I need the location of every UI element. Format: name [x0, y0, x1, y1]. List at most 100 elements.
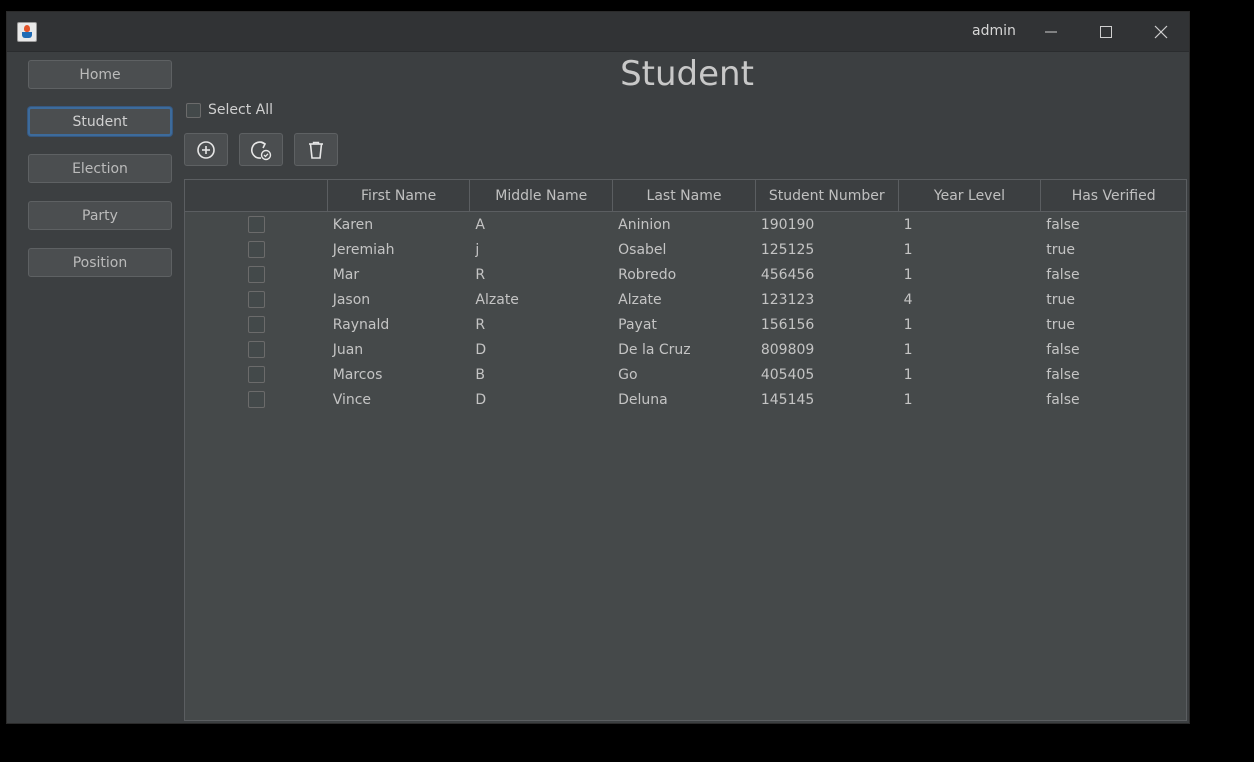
first-name-cell[interactable]: Vince [328, 387, 471, 412]
student-number-cell[interactable]: 190190 [756, 212, 899, 237]
row-checkbox[interactable] [247, 266, 265, 283]
first-name-cell[interactable]: Marcos [328, 362, 471, 387]
table-row[interactable]: Marcos B Go 405405 1 false [185, 362, 1186, 387]
year-level-cell[interactable]: 1 [899, 212, 1042, 237]
sidebar: Home Student Election Party Position [7, 52, 185, 723]
java-app-icon [17, 22, 37, 42]
first-name-cell[interactable]: Juan [328, 337, 471, 362]
row-checkbox[interactable] [247, 366, 265, 383]
select-all-checkbox[interactable]: Select All [186, 102, 273, 118]
sidebar-item-home[interactable]: Home [28, 60, 172, 89]
row-select-cell [185, 312, 328, 337]
student-number-cell[interactable]: 809809 [756, 337, 899, 362]
middle-name-cell[interactable]: j [470, 237, 613, 262]
year-level-cell[interactable]: 1 [899, 387, 1042, 412]
checkbox[interactable] [186, 102, 201, 118]
year-level-cell[interactable]: 1 [899, 312, 1042, 337]
middle-name-cell[interactable]: A [470, 212, 613, 237]
row-checkbox[interactable] [247, 291, 265, 308]
student-number-cell[interactable]: 456456 [756, 262, 899, 287]
table-row[interactable]: Jeremiah j Osabel 125125 1 true [185, 237, 1186, 262]
middle-name-cell[interactable]: Alzate [470, 287, 613, 312]
has-verified-cell[interactable]: false [1041, 362, 1186, 387]
middle-name-cell[interactable]: D [470, 337, 613, 362]
title-bar: admin [7, 12, 1189, 52]
minimize-icon [1045, 31, 1057, 32]
student-table: First Name Middle Name Last Name Student… [184, 179, 1187, 721]
sidebar-item-position[interactable]: Position [28, 248, 172, 277]
table-row[interactable]: Mar R Robredo 456456 1 false [185, 262, 1186, 287]
last-name-cell[interactable]: Payat [613, 312, 756, 337]
table-row[interactable]: Karen A Aninion 190190 1 false [185, 212, 1186, 237]
plus-circle-icon [197, 140, 215, 159]
sidebar-item-party[interactable]: Party [28, 201, 172, 230]
last-name-cell[interactable]: Robredo [613, 262, 756, 287]
table-row[interactable]: Juan D De la Cruz 809809 1 false [185, 337, 1186, 362]
row-checkbox[interactable] [247, 216, 265, 233]
row-select-cell [185, 262, 328, 287]
year-level-cell[interactable]: 1 [899, 262, 1042, 287]
middle-name-cell[interactable]: D [470, 387, 613, 412]
row-select-cell [185, 362, 328, 387]
table-row[interactable]: Vince D Deluna 145145 1 false [185, 387, 1186, 412]
maximize-button[interactable] [1079, 12, 1133, 51]
middle-name-cell[interactable]: R [470, 262, 613, 287]
year-level-cell[interactable]: 4 [899, 287, 1042, 312]
row-checkbox[interactable] [247, 341, 265, 358]
first-name-cell[interactable]: Mar [328, 262, 471, 287]
sidebar-item-student[interactable]: Student [28, 107, 172, 136]
last-name-cell[interactable]: Aninion [613, 212, 756, 237]
row-select-cell [185, 212, 328, 237]
row-checkbox[interactable] [247, 391, 265, 408]
has-verified-cell[interactable]: true [1041, 312, 1186, 337]
select-all-label: Select All [208, 102, 273, 118]
last-name-cell[interactable]: Alzate [613, 287, 756, 312]
column-header-first-name[interactable]: First Name [328, 180, 471, 211]
first-name-cell[interactable]: Jeremiah [328, 237, 471, 262]
table-row[interactable]: Jason Alzate Alzate 123123 4 true [185, 287, 1186, 312]
student-number-cell[interactable]: 156156 [756, 312, 899, 337]
sidebar-item-election[interactable]: Election [28, 154, 172, 183]
last-name-cell[interactable]: Osabel [613, 237, 756, 262]
refresh-check-icon [251, 140, 272, 160]
year-level-cell[interactable]: 1 [899, 362, 1042, 387]
last-name-cell[interactable]: Deluna [613, 387, 756, 412]
has-verified-cell[interactable]: true [1041, 237, 1186, 262]
column-header-student-number[interactable]: Student Number [756, 180, 899, 211]
table-row[interactable]: Raynald R Payat 156156 1 true [185, 312, 1186, 337]
column-header-middle-name[interactable]: Middle Name [470, 180, 614, 211]
first-name-cell[interactable]: Raynald [328, 312, 471, 337]
column-header-select[interactable] [185, 180, 328, 211]
has-verified-cell[interactable]: true [1041, 287, 1186, 312]
middle-name-cell[interactable]: R [470, 312, 613, 337]
has-verified-cell[interactable]: false [1041, 212, 1186, 237]
year-level-cell[interactable]: 1 [899, 337, 1042, 362]
column-header-has-verified[interactable]: Has Verified [1041, 180, 1186, 211]
student-number-cell[interactable]: 405405 [756, 362, 899, 387]
year-level-cell[interactable]: 1 [899, 237, 1042, 262]
add-button[interactable] [184, 133, 228, 166]
last-name-cell[interactable]: Go [613, 362, 756, 387]
page-title: Student [620, 54, 754, 94]
minimize-button[interactable] [1024, 12, 1078, 51]
column-header-last-name[interactable]: Last Name [613, 180, 756, 211]
column-header-year-level[interactable]: Year Level [899, 180, 1042, 211]
has-verified-cell[interactable]: false [1041, 387, 1186, 412]
student-number-cell[interactable]: 123123 [756, 287, 899, 312]
current-user-label: admin [972, 23, 1016, 39]
delete-button[interactable] [294, 133, 338, 166]
close-icon [1154, 25, 1168, 38]
first-name-cell[interactable]: Karen [328, 212, 471, 237]
last-name-cell[interactable]: De la Cruz [613, 337, 756, 362]
row-select-cell [185, 237, 328, 262]
close-button[interactable] [1134, 12, 1188, 51]
student-number-cell[interactable]: 145145 [756, 387, 899, 412]
has-verified-cell[interactable]: false [1041, 262, 1186, 287]
refresh-button[interactable] [239, 133, 283, 166]
first-name-cell[interactable]: Jason [328, 287, 471, 312]
student-number-cell[interactable]: 125125 [756, 237, 899, 262]
row-checkbox[interactable] [247, 316, 265, 333]
row-checkbox[interactable] [247, 241, 265, 258]
has-verified-cell[interactable]: false [1041, 337, 1186, 362]
middle-name-cell[interactable]: B [470, 362, 613, 387]
